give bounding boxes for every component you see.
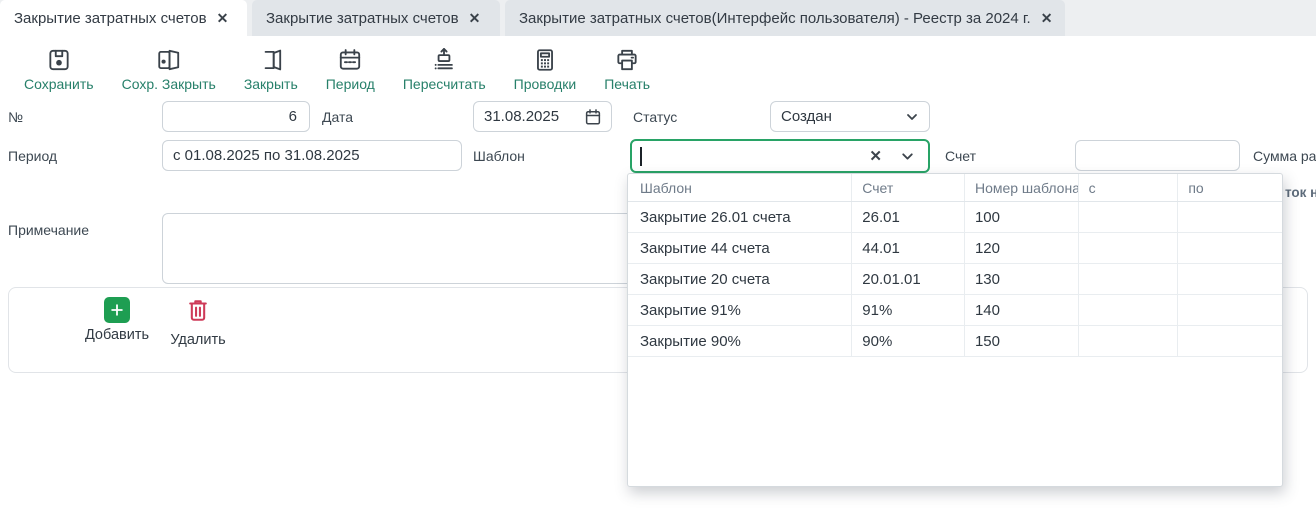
cell-account: 26.01: [852, 202, 965, 232]
sum-label-partial: Сумма рас: [1253, 148, 1316, 164]
delete-button-label: Удалить: [170, 332, 225, 348]
column-header-to: по: [1178, 174, 1282, 201]
column-header-from: с: [1079, 174, 1179, 201]
cell-to: [1178, 264, 1282, 294]
dropdown-row[interactable]: Закрытие 90% 90% 150: [628, 326, 1282, 357]
printer-icon: [614, 47, 640, 73]
cell-account: 44.01: [852, 233, 965, 263]
account-label: Счет: [945, 148, 976, 164]
close-document-button[interactable]: Закрыть: [244, 47, 298, 92]
dropdown-row[interactable]: Закрытие 20 счета 20.01.01 130: [628, 264, 1282, 295]
cell-account: 91%: [852, 295, 965, 325]
cell-to: [1178, 202, 1282, 232]
column-header-account: Счет: [852, 174, 965, 201]
clear-icon[interactable]: ✕: [869, 147, 882, 165]
cell-to: [1178, 233, 1282, 263]
period-input[interactable]: [162, 140, 462, 171]
cell-template: Закрытие 90%: [628, 326, 852, 356]
recalculate-button-label: Пересчитать: [403, 76, 486, 92]
entries-button[interactable]: Проводки: [514, 47, 577, 92]
close-icon[interactable]: ✕: [217, 11, 229, 25]
cell-number: 130: [965, 264, 1079, 294]
add-button-label: Добавить: [85, 327, 149, 343]
template-label: Шаблон: [473, 148, 525, 164]
note-textarea[interactable]: [162, 213, 637, 284]
template-combobox[interactable]: ✕: [630, 139, 930, 173]
number-input[interactable]: [162, 101, 310, 132]
tab-bar: Закрытие затратных счетов ✕ Закрытие зат…: [0, 0, 1316, 36]
save-close-button[interactable]: Сохр. Закрыть: [122, 47, 216, 92]
cell-number: 150: [965, 326, 1079, 356]
tab-title: Закрытие затратных счетов(Интерфейс поль…: [519, 10, 1031, 27]
cell-to: [1178, 295, 1282, 325]
print-button-label: Печать: [604, 76, 650, 92]
dropdown-header-row: Шаблон Счет Номер шаблона с по: [628, 174, 1282, 202]
cell-number: 120: [965, 233, 1079, 263]
chevron-down-icon[interactable]: [899, 148, 916, 165]
cell-number: 140: [965, 295, 1079, 325]
print-button[interactable]: Печать: [604, 47, 650, 92]
status-label: Статус: [633, 109, 677, 125]
save-button[interactable]: Сохранить: [24, 47, 94, 92]
number-label: №: [8, 109, 23, 125]
column-header-template: Шаблон: [628, 174, 852, 201]
dropdown-row[interactable]: Закрытие 91% 91% 140: [628, 295, 1282, 326]
calendar-icon[interactable]: [584, 108, 602, 126]
period-button-label: Период: [326, 76, 375, 92]
status-select[interactable]: Создан: [770, 101, 930, 132]
cell-template: Закрытие 26.01 счета: [628, 202, 852, 232]
cell-from: [1079, 202, 1179, 232]
tab-title: Закрытие затратных счетов: [14, 10, 207, 27]
save-close-icon: [156, 47, 182, 73]
plus-icon: [104, 297, 130, 323]
recalculate-button[interactable]: Пересчитать: [403, 47, 486, 92]
cell-to: [1178, 326, 1282, 356]
template-dropdown-popup: Шаблон Счет Номер шаблона с по Закрытие …: [627, 173, 1283, 487]
cell-from: [1079, 326, 1179, 356]
close-button-label: Закрыть: [244, 76, 298, 92]
save-icon: [46, 47, 72, 73]
door-close-icon: [258, 47, 284, 73]
cell-from: [1079, 295, 1179, 325]
period-label: Период: [8, 148, 57, 164]
cell-from: [1079, 233, 1179, 263]
calculator-icon: [532, 47, 558, 73]
cell-template: Закрытие 91%: [628, 295, 852, 325]
period-button[interactable]: Период: [326, 47, 375, 92]
cell-account: 90%: [852, 326, 965, 356]
note-label: Примечание: [8, 222, 89, 238]
cell-number: 100: [965, 202, 1079, 232]
date-input[interactable]: 31.08.2025: [473, 101, 612, 132]
chevron-down-icon: [904, 109, 920, 125]
save-close-button-label: Сохр. Закрыть: [122, 76, 216, 92]
dropdown-row[interactable]: Закрытие 44 счета 44.01 120: [628, 233, 1282, 264]
close-icon[interactable]: ✕: [1041, 11, 1053, 25]
cell-account: 20.01.01: [852, 264, 965, 294]
account-input[interactable]: [1075, 140, 1240, 171]
date-value: 31.08.2025: [474, 108, 584, 125]
recalculate-icon: [431, 47, 457, 73]
tab-document-1[interactable]: Закрытие затратных счетов ✕: [0, 0, 247, 36]
entries-button-label: Проводки: [514, 76, 577, 92]
tab-document-2[interactable]: Закрытие затратных счетов ✕: [252, 0, 500, 36]
text-caret: [640, 147, 642, 166]
save-button-label: Сохранить: [24, 76, 94, 92]
delete-row-button[interactable]: Удалить: [167, 297, 229, 348]
trash-icon: [185, 297, 211, 328]
clipped-column-text: ток н: [1285, 185, 1316, 200]
tab-registry-2024[interactable]: Закрытие затратных счетов(Интерфейс поль…: [505, 0, 1065, 36]
close-icon[interactable]: ✕: [469, 11, 481, 25]
date-label: Дата: [322, 109, 353, 125]
column-header-number: Номер шаблона: [965, 174, 1079, 201]
tab-title: Закрытие затратных счетов: [266, 10, 459, 27]
cell-from: [1079, 264, 1179, 294]
status-value: Создан: [771, 108, 904, 125]
dropdown-row[interactable]: Закрытие 26.01 счета 26.01 100: [628, 202, 1282, 233]
cell-template: Закрытие 44 счета: [628, 233, 852, 263]
add-row-button[interactable]: Добавить: [81, 297, 153, 343]
cell-template: Закрытие 20 счета: [628, 264, 852, 294]
main-toolbar: Сохранить Сохр. Закрыть Закрыть Период: [0, 36, 1316, 98]
calendar-icon: [337, 47, 363, 73]
